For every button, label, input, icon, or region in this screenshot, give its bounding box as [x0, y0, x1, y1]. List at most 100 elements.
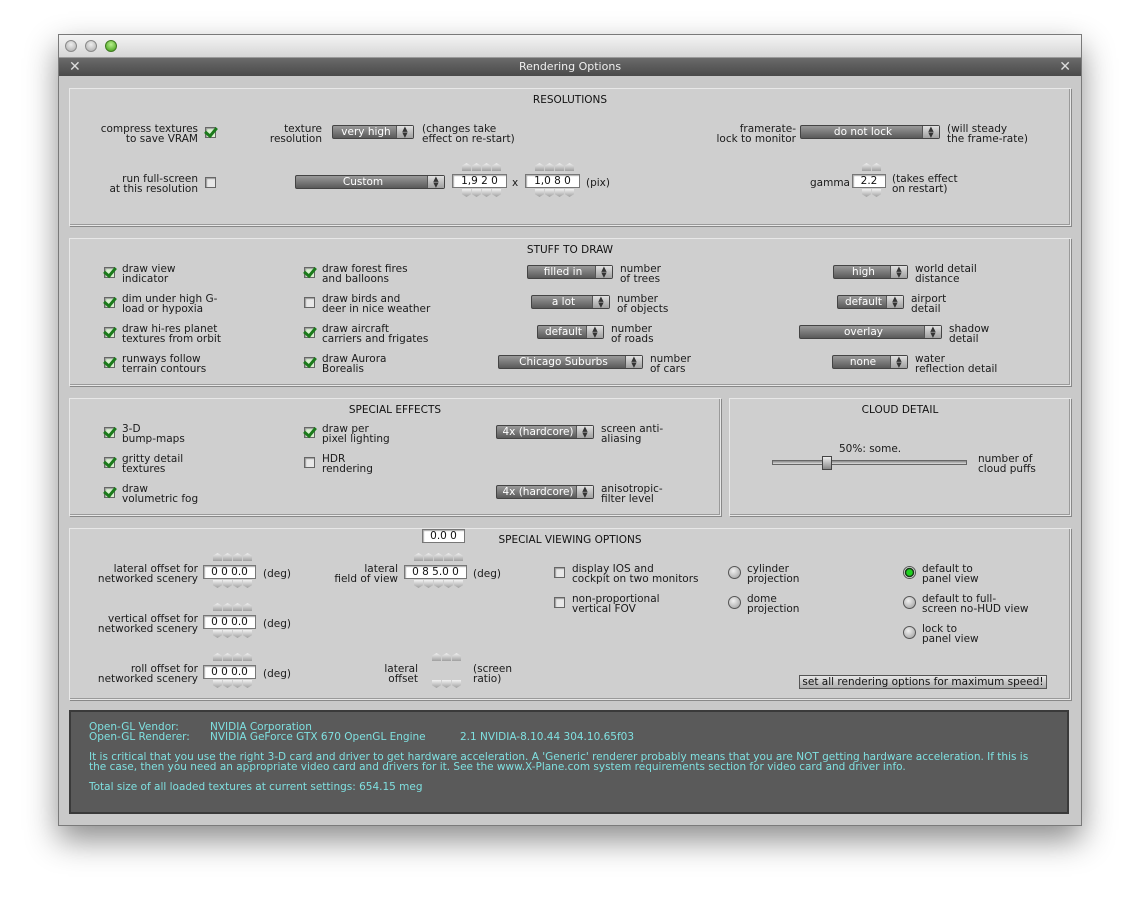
- shadow-detail-dropdown[interactable]: overlay ▲ ▼: [799, 325, 942, 339]
- draw-view-indicator-checkbox[interactable]: [104, 267, 115, 278]
- cloud-slider-track[interactable]: [772, 460, 967, 465]
- increment-icon[interactable]: [223, 603, 232, 611]
- decrement-icon[interactable]: [545, 189, 554, 197]
- increment-icon[interactable]: [213, 603, 222, 611]
- decrement-icon[interactable]: [223, 680, 232, 688]
- decrement-icon[interactable]: [862, 189, 871, 197]
- width-field[interactable]: 1,9 2 0: [452, 174, 507, 188]
- framerate-lock-dropdown[interactable]: do not lock ▲ ▼: [800, 125, 940, 139]
- increment-icon[interactable]: [462, 163, 471, 171]
- decrement-icon[interactable]: [213, 580, 222, 588]
- decrement-icon[interactable]: [213, 680, 222, 688]
- decrement-icon[interactable]: [213, 630, 222, 638]
- increment-icon[interactable]: [233, 603, 242, 611]
- increment-icon[interactable]: [243, 603, 252, 611]
- hires-planet-checkbox[interactable]: [104, 327, 115, 338]
- increment-icon[interactable]: [565, 163, 574, 171]
- decrement-icon[interactable]: [223, 580, 232, 588]
- increment-icon[interactable]: [243, 653, 252, 661]
- increment-icon[interactable]: [862, 163, 871, 171]
- decrement-icon[interactable]: [565, 189, 574, 197]
- default-panel-view-radio[interactable]: [903, 566, 916, 579]
- increment-icon[interactable]: [432, 653, 441, 661]
- decrement-icon[interactable]: [243, 680, 252, 688]
- decrement-icon[interactable]: [432, 680, 441, 688]
- fov-field[interactable]: 0 8 5.0 0: [404, 565, 467, 579]
- decrement-icon[interactable]: [233, 580, 242, 588]
- objects-dropdown[interactable]: a lot ▲ ▼: [531, 295, 610, 309]
- close-window-icon[interactable]: [65, 40, 77, 52]
- dim-high-g-checkbox[interactable]: [104, 297, 115, 308]
- default-fullscreen-radio[interactable]: [903, 596, 916, 609]
- bump-maps-checkbox[interactable]: [104, 427, 115, 438]
- increment-icon[interactable]: [442, 653, 451, 661]
- decrement-icon[interactable]: [535, 189, 544, 197]
- increment-icon[interactable]: [213, 653, 222, 661]
- anti-aliasing-dropdown[interactable]: 4x (hardcore) ▲ ▼: [496, 425, 594, 439]
- decrement-icon[interactable]: [233, 630, 242, 638]
- ios-two-monitors-checkbox[interactable]: [554, 567, 565, 578]
- increment-icon[interactable]: [452, 653, 461, 661]
- decrement-icon[interactable]: [223, 630, 232, 638]
- increment-icon[interactable]: [535, 163, 544, 171]
- forest-fires-checkbox[interactable]: [304, 267, 315, 278]
- lateral-screen-offset-field[interactable]: 0.0 0: [422, 529, 465, 543]
- zoom-window-icon[interactable]: [105, 40, 117, 52]
- decrement-icon[interactable]: [454, 580, 463, 588]
- lateral-offset-field[interactable]: 0 0 0.0: [203, 565, 256, 579]
- close-icon-right[interactable]: ✕: [1059, 58, 1071, 76]
- decrement-icon[interactable]: [442, 680, 451, 688]
- vertical-offset-field[interactable]: 0 0 0.0: [203, 615, 256, 629]
- increment-icon[interactable]: [872, 163, 881, 171]
- decrement-icon[interactable]: [482, 189, 491, 197]
- increment-icon[interactable]: [454, 553, 463, 561]
- decrement-icon[interactable]: [452, 680, 461, 688]
- increment-icon[interactable]: [414, 553, 423, 561]
- texture-resolution-dropdown[interactable]: very high ▲ ▼: [332, 125, 414, 139]
- decrement-icon[interactable]: [555, 189, 564, 197]
- increment-icon[interactable]: [233, 553, 242, 561]
- decrement-icon[interactable]: [444, 580, 453, 588]
- increment-icon[interactable]: [555, 163, 564, 171]
- increment-icon[interactable]: [482, 163, 491, 171]
- roads-dropdown[interactable]: default ▲ ▼: [537, 325, 604, 339]
- close-icon[interactable]: ✕: [69, 58, 81, 76]
- increment-icon[interactable]: [223, 553, 232, 561]
- increment-icon[interactable]: [233, 653, 242, 661]
- max-speed-button[interactable]: set all rendering options for maximum sp…: [799, 675, 1047, 689]
- height-field[interactable]: 1,0 8 0: [525, 174, 580, 188]
- decrement-icon[interactable]: [472, 189, 481, 197]
- increment-icon[interactable]: [434, 553, 443, 561]
- airport-detail-dropdown[interactable]: default ▲ ▼: [837, 295, 904, 309]
- anisotropic-dropdown[interactable]: 4x (hardcore) ▲ ▼: [496, 485, 594, 499]
- increment-icon[interactable]: [545, 163, 554, 171]
- roll-offset-field[interactable]: 0 0 0.0: [203, 665, 256, 679]
- trees-dropdown[interactable]: filled in ▲ ▼: [527, 265, 613, 279]
- compress-textures-checkbox[interactable]: [205, 127, 216, 138]
- water-reflection-dropdown[interactable]: none ▲ ▼: [832, 355, 908, 369]
- aircraft-carriers-checkbox[interactable]: [304, 327, 315, 338]
- pixel-lighting-checkbox[interactable]: [304, 427, 315, 438]
- decrement-icon[interactable]: [243, 580, 252, 588]
- decrement-icon[interactable]: [462, 189, 471, 197]
- decrement-icon[interactable]: [233, 680, 242, 688]
- decrement-icon[interactable]: [243, 630, 252, 638]
- world-detail-dropdown[interactable]: high ▲ ▼: [833, 265, 908, 279]
- non-proportional-fov-checkbox[interactable]: [554, 597, 565, 608]
- aurora-checkbox[interactable]: [304, 357, 315, 368]
- hdr-rendering-checkbox[interactable]: [304, 457, 315, 468]
- increment-icon[interactable]: [243, 553, 252, 561]
- increment-icon[interactable]: [492, 163, 501, 171]
- decrement-icon[interactable]: [424, 580, 433, 588]
- increment-icon[interactable]: [213, 553, 222, 561]
- cylinder-projection-radio[interactable]: [728, 566, 741, 579]
- lock-panel-view-radio[interactable]: [903, 626, 916, 639]
- minimize-window-icon[interactable]: [85, 40, 97, 52]
- resolution-preset-dropdown[interactable]: Custom ▲ ▼: [295, 175, 445, 189]
- decrement-icon[interactable]: [414, 580, 423, 588]
- decrement-icon[interactable]: [434, 580, 443, 588]
- gamma-field[interactable]: 2.2: [852, 174, 886, 188]
- cars-dropdown[interactable]: Chicago Suburbs ▲ ▼: [498, 355, 643, 369]
- increment-icon[interactable]: [444, 553, 453, 561]
- dome-projection-radio[interactable]: [728, 596, 741, 609]
